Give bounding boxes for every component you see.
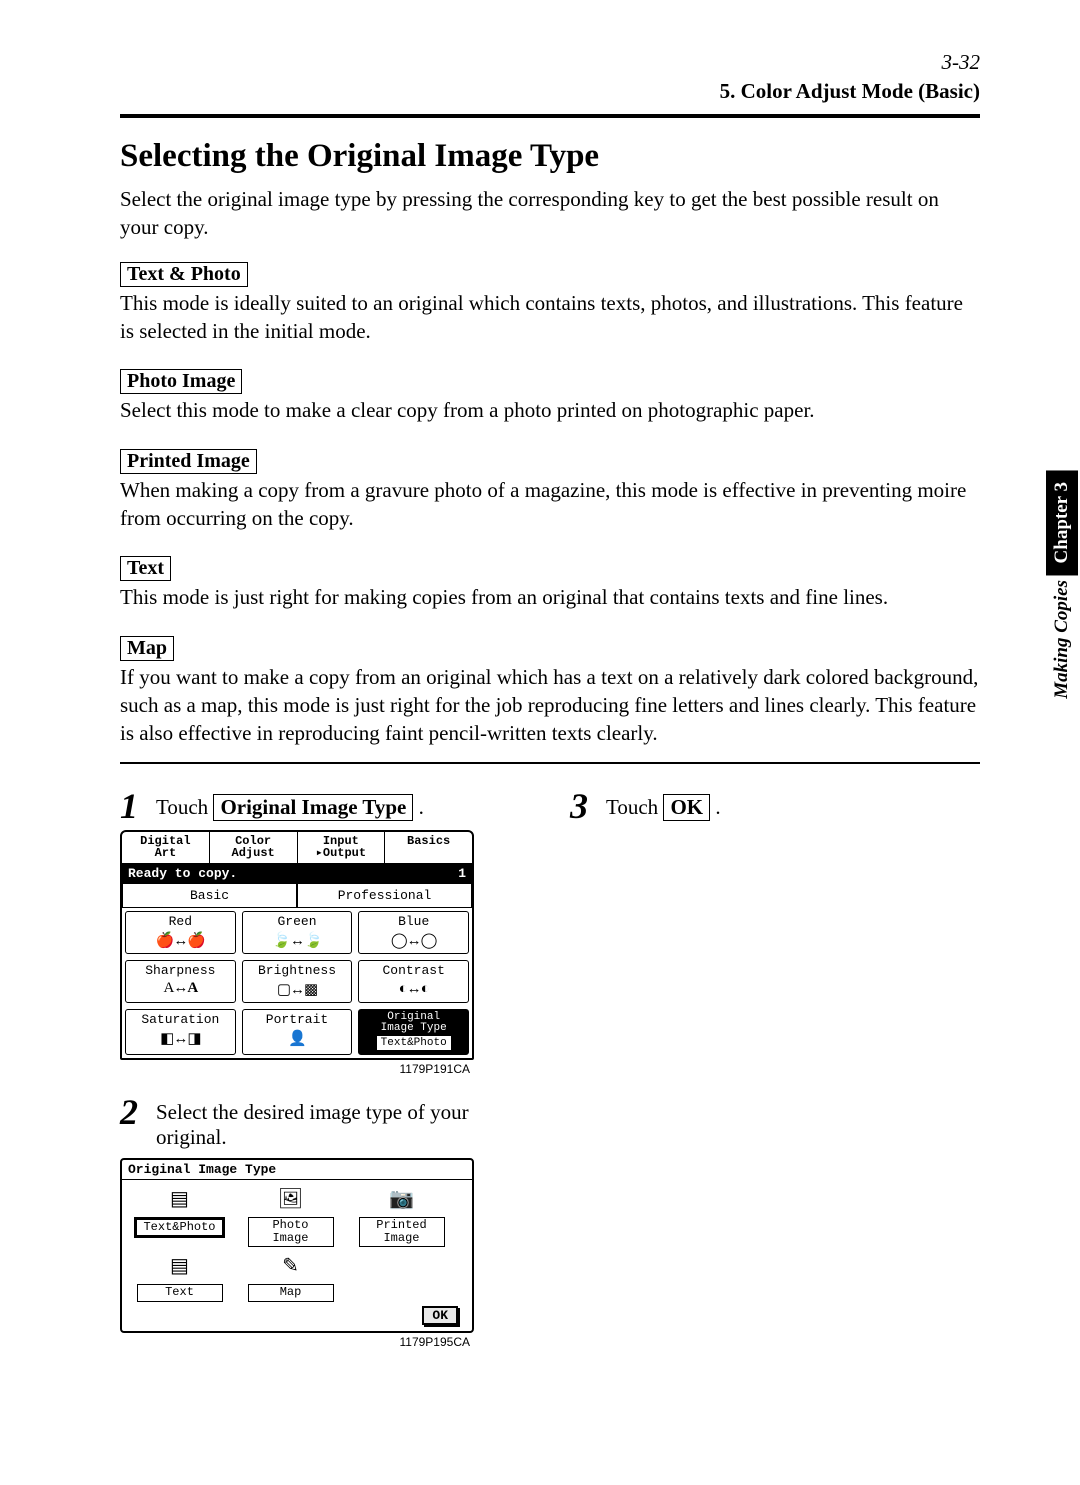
cell-original-image-type-value: Text&Photo bbox=[377, 1036, 451, 1050]
color-adjust-panel: Digital Art Color Adjust Input ▸Output B… bbox=[120, 830, 474, 1060]
mode-desc-map: If you want to make a copy from an origi… bbox=[120, 663, 980, 748]
saturation-icon: ◧↔◨ bbox=[126, 1029, 235, 1047]
step-1-prefix: Touch bbox=[156, 795, 213, 819]
mode-desc-photo-image: Select this mode to make a clear copy fr… bbox=[120, 396, 980, 424]
cell-original-image-type-label: Original Image Type bbox=[359, 1012, 468, 1034]
cell-sharpness[interactable]: Sharpness A↔A bbox=[125, 960, 236, 1003]
original-image-type-key[interactable]: Original Image Type bbox=[213, 794, 413, 821]
mode-label-printed-image: Printed Image bbox=[120, 449, 257, 474]
copy-count: 1 bbox=[458, 866, 466, 881]
blue-icon: ◯↔◯ bbox=[359, 931, 468, 949]
brightness-icon: ▢↔▩ bbox=[243, 980, 352, 998]
opt-printed-image-label: Printed Image bbox=[359, 1217, 445, 1247]
page-title: Selecting the Original Image Type bbox=[120, 138, 980, 175]
divider bbox=[120, 114, 980, 118]
opt-text[interactable]: ▤ Text bbox=[132, 1253, 227, 1301]
original-image-type-panel: Original Image Type ▤ Text&Photo 🖼 Photo… bbox=[120, 1158, 474, 1333]
mode-desc-text: This mode is just right for making copie… bbox=[120, 583, 980, 611]
opt-text-and-photo[interactable]: ▤ Text&Photo bbox=[132, 1186, 227, 1247]
step-1-suffix: . bbox=[419, 795, 424, 819]
step-number-2: 2 bbox=[120, 1094, 146, 1130]
opt-text-label: Text bbox=[137, 1284, 223, 1301]
text-icon: ▤ bbox=[132, 1253, 227, 1281]
mode-desc-printed-image: When making a copy from a gravure photo … bbox=[120, 476, 980, 533]
status-text: Ready to copy. bbox=[128, 866, 237, 881]
step-3-prefix: Touch bbox=[606, 795, 663, 819]
step-number-3: 3 bbox=[570, 788, 596, 824]
page-number: 3-32 bbox=[120, 50, 980, 75]
printed-image-icon: 📷 bbox=[354, 1186, 449, 1214]
tab-color-adjust[interactable]: Color Adjust bbox=[210, 832, 298, 863]
cell-red[interactable]: Red 🍎↔🍎 bbox=[125, 911, 236, 954]
cell-contrast[interactable]: Contrast ◐↔◐ bbox=[358, 960, 469, 1003]
text-photo-icon: ▤ bbox=[132, 1186, 227, 1214]
side-tab: Chapter 3 Making Copies bbox=[1044, 470, 1080, 714]
tab-basics[interactable]: Basics bbox=[385, 832, 472, 863]
cell-original-image-type[interactable]: Original Image Type Text&Photo bbox=[358, 1009, 469, 1055]
opt-map-label: Map bbox=[248, 1284, 334, 1301]
panel2-title: Original Image Type bbox=[122, 1160, 472, 1180]
image-code-2: 1179P195CA bbox=[120, 1335, 470, 1349]
chapter-tab: Chapter 3 bbox=[1046, 470, 1078, 575]
cell-portrait-label: Portrait bbox=[243, 1012, 352, 1027]
opt-printed-image[interactable]: 📷 Printed Image bbox=[354, 1186, 449, 1247]
map-icon: ✎ bbox=[243, 1253, 338, 1281]
sharpness-icon: A↔A bbox=[126, 980, 235, 997]
subtab-professional[interactable]: Professional bbox=[297, 883, 472, 908]
intro-text: Select the original image type by pressi… bbox=[120, 185, 980, 242]
step-number-1: 1 bbox=[120, 788, 146, 824]
step-3-text: Touch OK . bbox=[606, 788, 721, 821]
mode-label-text-photo: Text & Photo bbox=[120, 262, 248, 287]
cell-green-label: Green bbox=[243, 914, 352, 929]
ok-key[interactable]: OK bbox=[663, 794, 710, 821]
opt-photo-image[interactable]: 🖼 Photo Image bbox=[243, 1186, 338, 1247]
cell-portrait[interactable]: Portrait 👤 bbox=[242, 1009, 353, 1055]
step-1-text: Touch Original Image Type . bbox=[156, 788, 424, 821]
cell-saturation[interactable]: Saturation ◧↔◨ bbox=[125, 1009, 236, 1055]
cell-blue[interactable]: Blue ◯↔◯ bbox=[358, 911, 469, 954]
subtab-basic[interactable]: Basic bbox=[122, 883, 297, 908]
tab-digital-art[interactable]: Digital Art bbox=[122, 832, 210, 863]
mode-desc-text-photo: This mode is ideally suited to an origin… bbox=[120, 289, 980, 346]
image-code-1: 1179P191CA bbox=[120, 1062, 470, 1076]
cell-saturation-label: Saturation bbox=[126, 1012, 235, 1027]
cell-sharpness-label: Sharpness bbox=[126, 963, 235, 978]
cell-contrast-label: Contrast bbox=[359, 963, 468, 978]
contrast-icon: ◐↔◐ bbox=[359, 980, 468, 997]
cell-green[interactable]: Green 🍃↔🍃 bbox=[242, 911, 353, 954]
green-icon: 🍃↔🍃 bbox=[243, 931, 352, 949]
step-3-suffix: . bbox=[715, 795, 720, 819]
opt-text-and-photo-label: Text&Photo bbox=[134, 1217, 224, 1238]
making-copies-tab: Making Copies bbox=[1045, 580, 1079, 709]
opt-map[interactable]: ✎ Map bbox=[243, 1253, 338, 1301]
step-2-text: Select the desired image type of your or… bbox=[156, 1094, 530, 1150]
mode-label-text: Text bbox=[120, 556, 171, 581]
opt-photo-image-label: Photo Image bbox=[248, 1217, 334, 1247]
tab-input-output[interactable]: Input ▸Output bbox=[298, 832, 386, 863]
cell-brightness-label: Brightness bbox=[243, 963, 352, 978]
cell-blue-label: Blue bbox=[359, 914, 468, 929]
portrait-icon: 👤 bbox=[243, 1029, 352, 1047]
divider bbox=[120, 762, 980, 764]
section-header: 5. Color Adjust Mode (Basic) bbox=[120, 79, 980, 104]
red-icon: 🍎↔🍎 bbox=[126, 931, 235, 949]
cell-red-label: Red bbox=[126, 914, 235, 929]
ok-button[interactable]: OK bbox=[422, 1306, 458, 1325]
photo-image-icon: 🖼 bbox=[243, 1186, 338, 1214]
cell-brightness[interactable]: Brightness ▢↔▩ bbox=[242, 960, 353, 1003]
mode-label-map: Map bbox=[120, 636, 174, 661]
mode-label-photo-image: Photo Image bbox=[120, 369, 242, 394]
